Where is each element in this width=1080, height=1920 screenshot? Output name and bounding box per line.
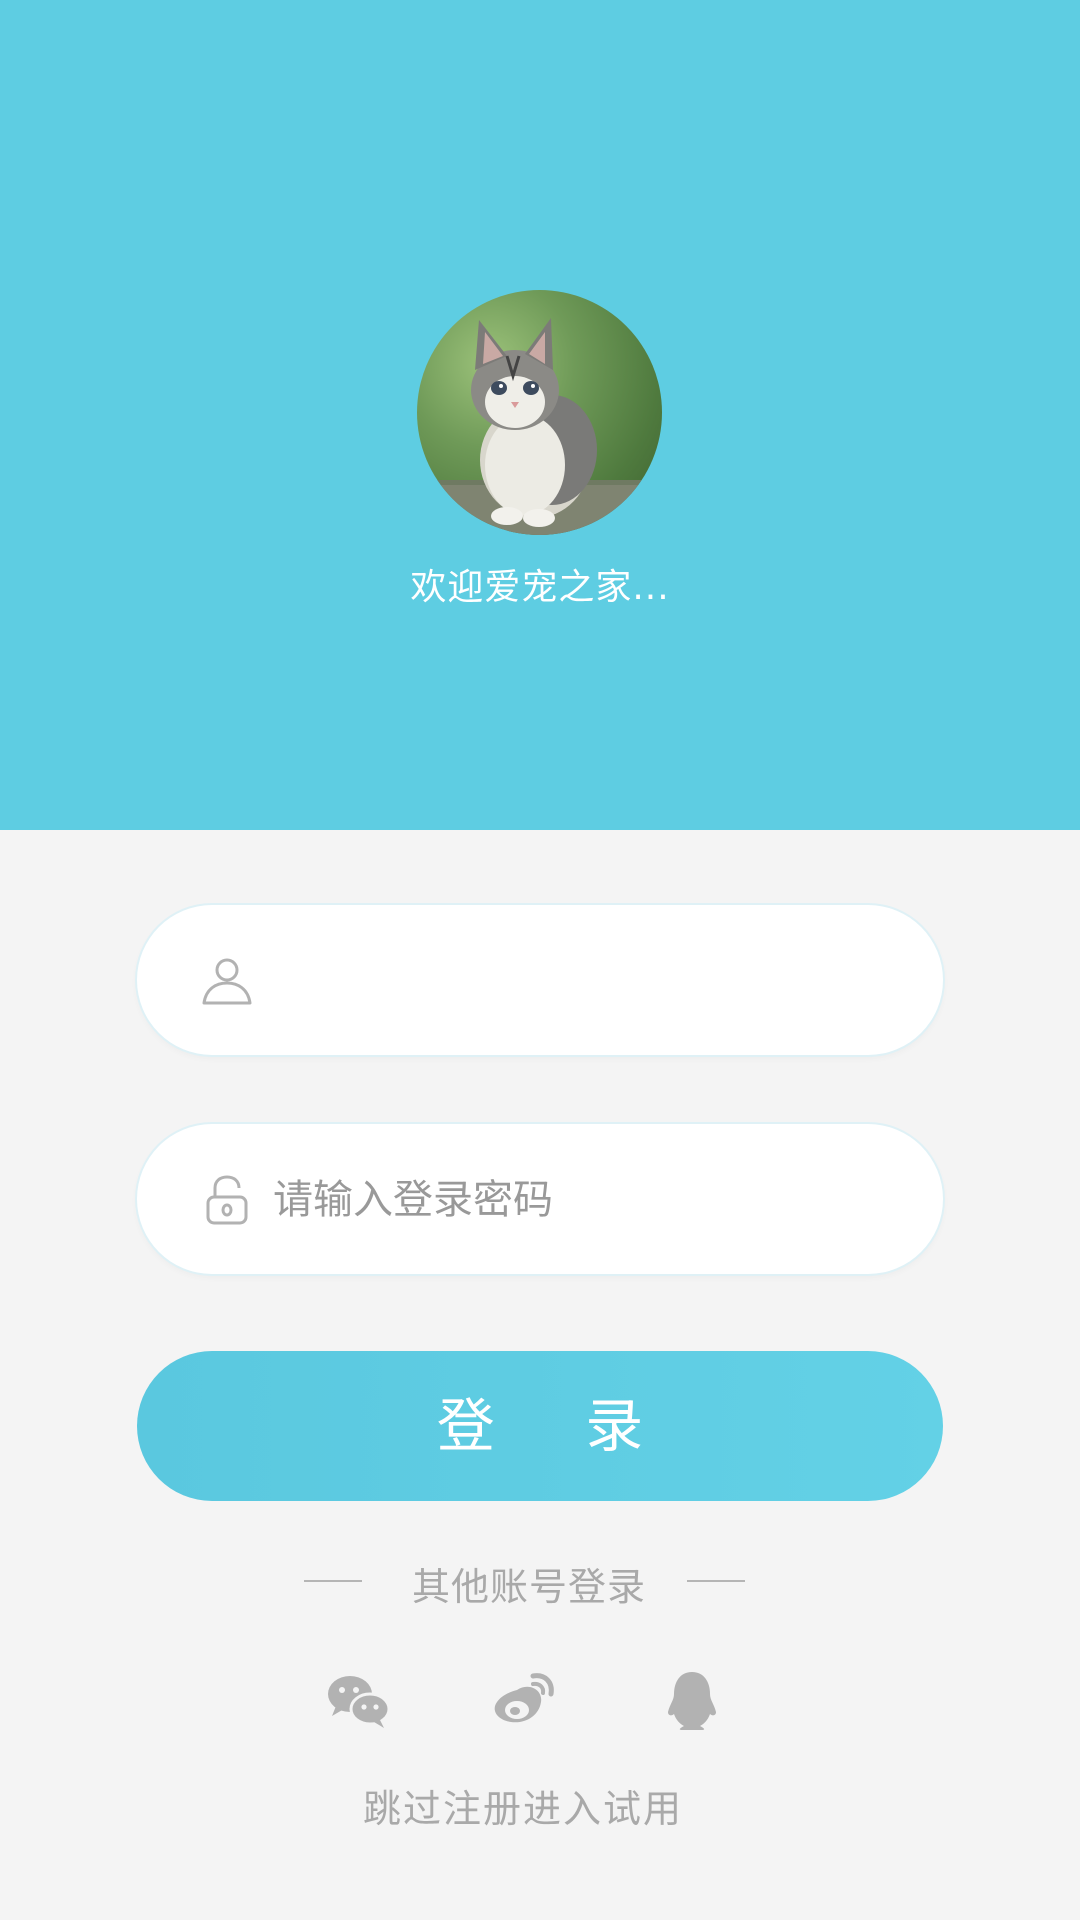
welcome-text: 欢迎爱宠之家...	[410, 567, 670, 608]
lock-icon	[200, 1172, 254, 1226]
password-input[interactable]	[271, 1124, 883, 1276]
qq-login-button[interactable]	[656, 1664, 728, 1736]
weibo-icon	[494, 1673, 554, 1723]
avatar	[417, 290, 662, 535]
other-login-divider: 其他账号登录	[0, 1556, 1080, 1609]
divider-line-right	[687, 1580, 745, 1582]
password-field[interactable]	[137, 1124, 943, 1276]
skip-register-link[interactable]: 跳过注册进入试用	[0, 1778, 1046, 1833]
wechat-login-button[interactable]	[322, 1664, 394, 1736]
weibo-login-button[interactable]	[487, 1664, 559, 1736]
user-icon	[200, 953, 254, 1007]
login-button[interactable]: 登 录	[137, 1351, 943, 1501]
header-banner: 欢迎爱宠之家...	[0, 0, 1080, 830]
qq-icon	[668, 1672, 716, 1730]
kitten-image	[417, 318, 662, 535]
username-input[interactable]	[271, 905, 883, 1057]
wechat-icon	[328, 1676, 391, 1728]
other-login-label: 其他账号登录	[411, 1565, 646, 1609]
username-field[interactable]	[137, 905, 943, 1057]
